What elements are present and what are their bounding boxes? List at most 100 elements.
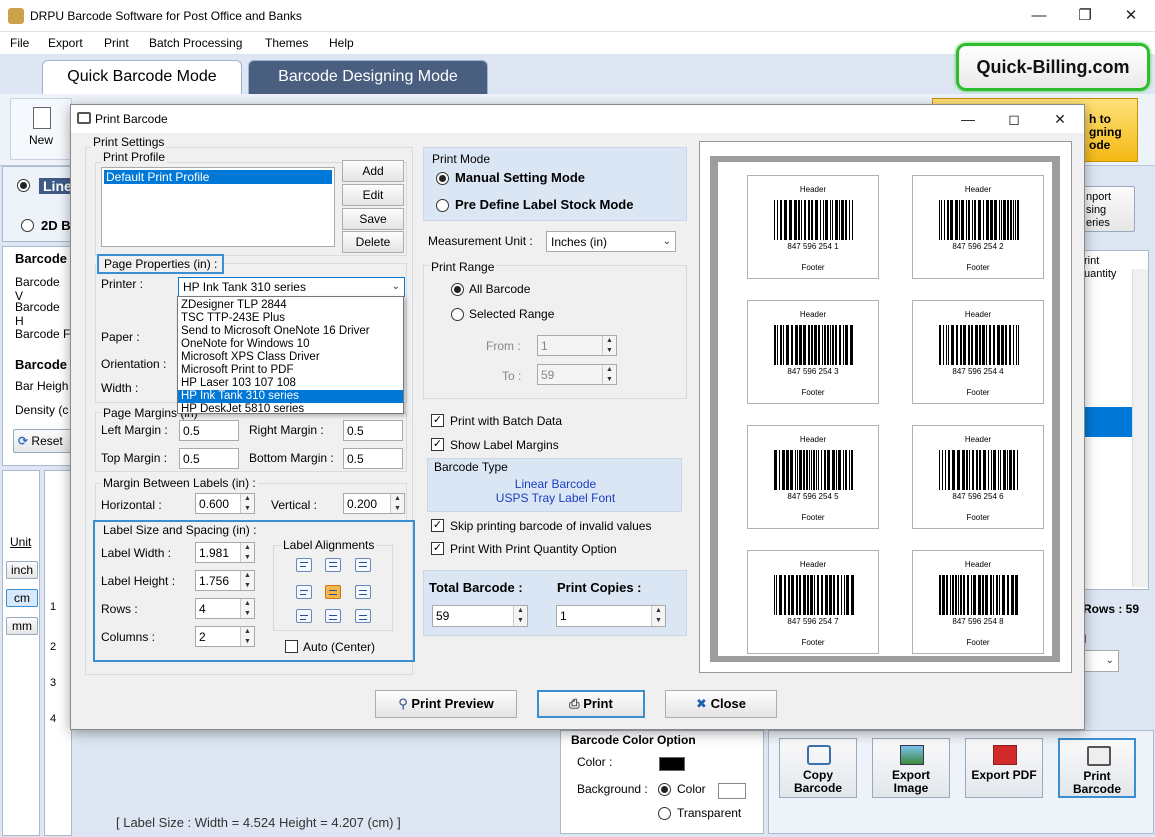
spinner-arrows-icon[interactable]: ▲ ▼	[240, 571, 254, 590]
selected-row[interactable]	[1084, 407, 1132, 437]
align-bottom-left-icon[interactable]	[296, 609, 312, 623]
menu-print[interactable]: Print	[104, 36, 129, 50]
spinner-arrows-icon[interactable]: ▲ ▼	[651, 606, 665, 626]
left-margin-input[interactable]: 0.5	[179, 420, 239, 441]
delete-profile-button[interactable]: Delete	[342, 231, 404, 253]
print-preview-button[interactable]: ⚲ Print Preview	[375, 690, 517, 718]
unit-cm-button[interactable]: cm	[6, 589, 38, 607]
manual-mode-radio[interactable]	[436, 172, 449, 185]
menu-file[interactable]: File	[10, 36, 29, 50]
spinner-arrows-icon[interactable]: ▲ ▼	[602, 336, 616, 355]
align-middle-right-icon[interactable]	[355, 585, 371, 599]
printer-option[interactable]: HP Laser 103 107 108	[178, 377, 403, 390]
measurement-unit-combo[interactable]: Inches (in) ⌄	[546, 231, 676, 252]
label-height-spinner[interactable]: 1.756 ▲ ▼	[195, 570, 255, 591]
minimize-icon[interactable]: —	[1016, 0, 1062, 32]
vertical-scrollbar[interactable]	[1132, 269, 1148, 587]
preview-label: Header 847 596 254 5 Footer	[747, 425, 879, 529]
print-button[interactable]: ⎙ Print	[537, 690, 645, 718]
align-top-center-icon[interactable]	[325, 558, 341, 572]
tab-barcode-designing-mode[interactable]: Barcode Designing Mode	[248, 60, 488, 94]
show-margins-checkbox[interactable]: ✓	[431, 438, 444, 451]
selected-range-radio[interactable]	[451, 308, 464, 321]
twod-radio[interactable]	[21, 219, 34, 232]
printer-option[interactable]: Send to Microsoft OneNote 16 Driver	[178, 325, 403, 338]
import-series-button[interactable]: nport sing eries	[1083, 186, 1135, 232]
label-width-spinner[interactable]: 1.981 ▲ ▼	[195, 542, 255, 563]
spinner-arrows-icon[interactable]: ▲ ▼	[240, 543, 254, 562]
align-top-left-icon[interactable]	[296, 558, 312, 572]
top-margin-input[interactable]: 0.5	[179, 448, 239, 469]
dialog-minimize-icon[interactable]: —	[945, 105, 991, 133]
align-center-icon[interactable]	[325, 585, 341, 599]
printer-option[interactable]: Microsoft XPS Class Driver	[178, 351, 403, 364]
copy-barcode-button[interactable]: Copy Barcode	[779, 738, 857, 798]
unit-inch-button[interactable]: inch	[6, 561, 38, 579]
print-quantity-checkbox[interactable]: ✓	[431, 542, 444, 555]
spinner-arrows-icon[interactable]: ▲ ▼	[240, 627, 254, 646]
save-profile-button[interactable]: Save	[342, 208, 404, 230]
total-barcode-spinner[interactable]: 59 ▲ ▼	[432, 605, 528, 627]
spinner-arrows-icon[interactable]: ▲ ▼	[240, 494, 254, 513]
print-copies-spinner[interactable]: 1 ▲ ▼	[556, 605, 666, 627]
printer-combo[interactable]: HP Ink Tank 310 series ⌄	[178, 277, 405, 297]
spinner-arrows-icon[interactable]: ▲ ▼	[602, 365, 616, 384]
printer-option[interactable]: HP Ink Tank 310 series	[178, 390, 403, 403]
align-bottom-right-icon[interactable]	[355, 609, 371, 623]
skip-invalid-checkbox[interactable]: ✓	[431, 519, 444, 532]
align-bottom-center-icon[interactable]	[325, 609, 341, 623]
chevron-down-icon: ⌄	[1105, 655, 1114, 666]
tab-quick-barcode-mode[interactable]: Quick Barcode Mode	[42, 60, 242, 94]
auto-center-checkbox[interactable]	[285, 640, 298, 653]
linear-radio[interactable]	[17, 179, 30, 192]
print-barcode-tool-button[interactable]: Print Barcode	[1058, 738, 1136, 798]
to-spinner[interactable]: 59 ▲ ▼	[537, 364, 617, 385]
rows-spinner[interactable]: 4 ▲ ▼	[195, 598, 255, 619]
printer-option[interactable]: HP DeskJet 5810 series	[178, 403, 403, 416]
export-pdf-button[interactable]: Export PDF	[965, 738, 1043, 798]
barcode-bar	[963, 575, 965, 615]
bg-color-radio[interactable]	[658, 783, 671, 796]
dialog-maximize-icon[interactable]: ◻	[991, 105, 1037, 133]
transparent-radio[interactable]	[658, 807, 671, 820]
vertical-spinner[interactable]: 0.200 ▲ ▼	[343, 493, 405, 514]
add-profile-button[interactable]: Add	[342, 160, 404, 182]
barcode-color-swatch[interactable]	[659, 757, 685, 771]
horizontal-spinner[interactable]: 0.600 ▲ ▼	[195, 493, 255, 514]
menu-batch-processing[interactable]: Batch Processing	[149, 36, 242, 50]
spinner-arrows-icon[interactable]: ▲ ▼	[240, 599, 254, 618]
bg-color-swatch[interactable]	[718, 783, 746, 799]
align-top-right-icon[interactable]	[355, 558, 371, 572]
align-middle-left-icon[interactable]	[296, 585, 312, 599]
right-dropdown[interactable]: ⌄	[1083, 650, 1119, 672]
edit-profile-button[interactable]: Edit	[342, 184, 404, 206]
unit-mm-button[interactable]: mm	[6, 617, 38, 635]
barcode-bar	[959, 200, 960, 240]
export-image-button[interactable]: Export Image	[872, 738, 950, 798]
bottom-margin-input[interactable]: 0.5	[343, 448, 403, 469]
columns-spinner[interactable]: 2 ▲ ▼	[195, 626, 255, 647]
printer-option[interactable]: Microsoft Print to PDF	[178, 364, 403, 377]
batch-data-checkbox[interactable]: ✓	[431, 414, 444, 427]
profile-item[interactable]: Default Print Profile	[104, 170, 332, 184]
menu-export[interactable]: Export	[48, 36, 83, 50]
spinner-arrows-icon[interactable]: ▲ ▼	[513, 606, 527, 626]
print-profile-list[interactable]: Default Print Profile	[101, 167, 335, 247]
dialog-close-icon[interactable]: ✕	[1037, 105, 1083, 133]
close-button[interactable]: ✖ Close	[665, 690, 777, 718]
right-margin-input[interactable]: 0.5	[343, 420, 403, 441]
menu-help[interactable]: Help	[329, 36, 354, 50]
predefine-mode-radio[interactable]	[436, 199, 449, 212]
spinner-arrows-icon[interactable]: ▲ ▼	[390, 494, 404, 513]
reset-button[interactable]: ⟳ Reset	[13, 429, 73, 453]
close-window-icon[interactable]: ✕	[1108, 0, 1154, 32]
printer-option[interactable]: TSC TTP-243E Plus	[178, 312, 403, 325]
all-barcode-radio[interactable]	[451, 283, 464, 296]
restore-icon[interactable]: ❐	[1062, 0, 1108, 32]
new-button[interactable]: New	[10, 98, 72, 160]
from-spinner[interactable]: 1 ▲ ▼	[537, 335, 617, 356]
printer-option[interactable]: ZDesigner TLP 2844	[178, 299, 403, 312]
menu-themes[interactable]: Themes	[265, 36, 308, 50]
barcode-bar	[813, 450, 815, 490]
printer-option[interactable]: OneNote for Windows 10	[178, 338, 403, 351]
